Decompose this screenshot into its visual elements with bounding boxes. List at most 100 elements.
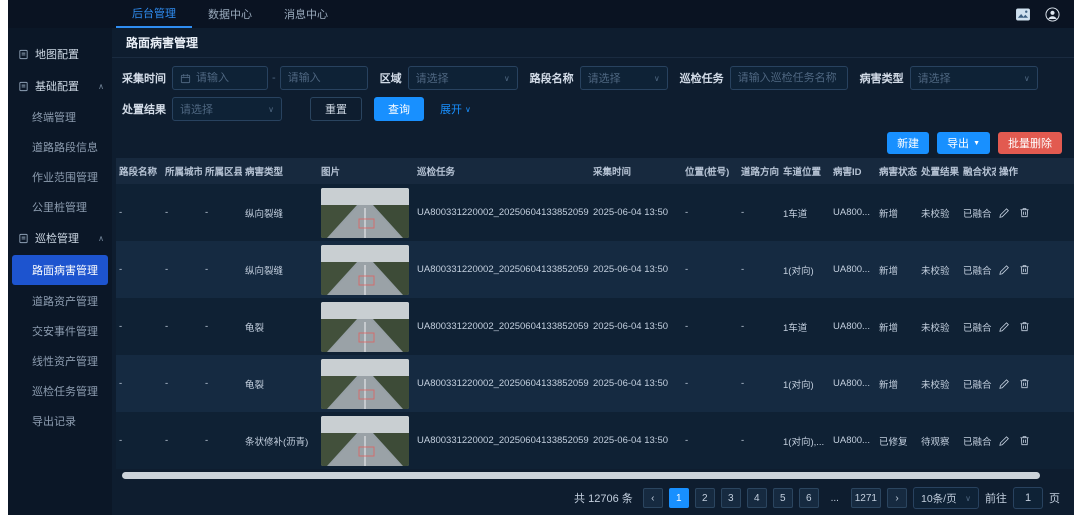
filter-label-disease-type: 病害类型 — [860, 70, 904, 86]
table-row: - - - 龟裂 UA800331220002_2025060413385205… — [116, 355, 1074, 412]
cell-road-direction: - — [738, 207, 780, 218]
handle-result-select[interactable]: 请选择∨ — [172, 97, 282, 121]
cell-lane-position: 1(对向),... — [780, 434, 830, 448]
collect-time-start-input[interactable] — [172, 66, 268, 90]
inspection-task-input[interactable] — [730, 66, 848, 90]
page-button[interactable]: 1271 — [851, 488, 881, 508]
cell-stake-position: - — [682, 435, 738, 446]
page-button[interactable]: 5 — [773, 488, 793, 508]
page-button[interactable]: 3 — [721, 488, 741, 508]
edit-icon[interactable] — [999, 378, 1010, 389]
road-photo-thumbnail[interactable] — [321, 245, 409, 295]
sidebar-item-export-records[interactable]: 导出记录 — [8, 406, 112, 436]
sidebar-item-terminal-management[interactable]: 终端管理 — [8, 102, 112, 132]
edit-icon[interactable] — [999, 264, 1010, 275]
cell-road-name: - — [116, 207, 162, 218]
cell-disease-id: UA800... — [830, 435, 876, 446]
cell-collect-time: 2025-06-04 13:50 — [590, 264, 682, 275]
cell-city: - — [162, 321, 202, 332]
column-header: 病害ID — [830, 164, 876, 178]
sidebar-item-road-asset-management[interactable]: 道路资产管理 — [8, 286, 112, 316]
sidebar-item-traffic-safety-event-management[interactable]: 交安事件管理 — [8, 316, 112, 346]
cell-road-name: - — [116, 321, 162, 332]
cell-handle-result: 未校验 — [918, 320, 960, 334]
expand-filters-link[interactable]: 展开∨ — [440, 101, 471, 117]
collect-time-end-input[interactable] — [280, 66, 368, 90]
disease-type-select[interactable]: 请选择∨ — [910, 66, 1038, 90]
page-button[interactable]: 6 — [799, 488, 819, 508]
tab-message-center[interactable]: 消息中心 — [268, 0, 344, 28]
reset-button[interactable]: 重置 — [310, 97, 362, 121]
column-header: 所属区县 — [202, 164, 242, 178]
cell-road-name: - — [116, 435, 162, 446]
cell-disease-status: 新增 — [876, 320, 918, 334]
calendar-icon — [180, 73, 191, 84]
cell-handle-result: 未校验 — [918, 377, 960, 391]
edit-icon[interactable] — [999, 321, 1010, 332]
top-navigation-bar: 后台管理 数据中心 消息中心 — [8, 0, 1074, 28]
cell-disease-id: UA800... — [830, 378, 876, 389]
batch-delete-button[interactable]: 批量删除 — [998, 132, 1062, 154]
edit-icon[interactable] — [999, 435, 1010, 446]
caret-down-icon: ▼ — [973, 140, 980, 147]
road-name-select[interactable]: 请选择∨ — [580, 66, 668, 90]
page-size-select[interactable]: 10条/页∨ — [913, 487, 979, 509]
edit-icon[interactable] — [999, 207, 1010, 218]
delete-icon[interactable] — [1019, 378, 1030, 389]
road-photo-thumbnail[interactable] — [321, 302, 409, 352]
page-button[interactable]: 2 — [695, 488, 715, 508]
road-photo-thumbnail[interactable] — [321, 188, 409, 238]
next-page-button[interactable]: › — [887, 488, 907, 508]
cell-inspection-task: UA800331220002_20250604133852059 — [414, 321, 590, 332]
sidebar-item-work-scope-management[interactable]: 作业范围管理 — [8, 162, 112, 192]
cell-city: - — [162, 207, 202, 218]
cell-county: - — [202, 264, 242, 275]
prev-page-button[interactable]: ‹ — [643, 488, 663, 508]
page-button[interactable]: 4 — [747, 488, 767, 508]
column-header: 病害类型 — [242, 164, 318, 178]
road-photo-thumbnail[interactable] — [321, 359, 409, 409]
sidebar: 地图配置 基础配置 ∧ 终端管理 道路路段信息 作业范围管理 公里桩管理 巡检管… — [8, 28, 112, 515]
sidebar-item-road-section-info[interactable]: 道路路段信息 — [8, 132, 112, 162]
column-header: 巡检任务 — [414, 164, 590, 178]
delete-icon[interactable] — [1019, 207, 1030, 218]
goto-page-input[interactable] — [1013, 487, 1043, 509]
cell-inspection-task: UA800331220002_20250604133852059 — [414, 435, 590, 446]
sidebar-item-inspection-task-management[interactable]: 巡检任务管理 — [8, 376, 112, 406]
region-select[interactable]: 请选择∨ — [408, 66, 518, 90]
cell-stake-position: - — [682, 207, 738, 218]
column-header: 融合状态 — [960, 164, 996, 178]
image-icon[interactable] — [1015, 8, 1031, 21]
road-photo-thumbnail[interactable] — [321, 416, 409, 466]
filter-label-region: 区域 — [380, 70, 402, 86]
cell-actions — [996, 321, 1042, 332]
horizontal-scrollbar[interactable] — [122, 472, 1040, 479]
cell-disease-type: 纵向裂缝 — [242, 263, 318, 277]
export-button[interactable]: 导出▼ — [937, 132, 990, 154]
cell-handle-result: 待观察 — [918, 434, 960, 448]
cell-inspection-task: UA800331220002_20250604133852059 — [414, 378, 590, 389]
cell-collect-time: 2025-06-04 13:50 — [590, 378, 682, 389]
sidebar-item-road-disease-management[interactable]: 路面病害管理 — [12, 255, 108, 285]
page-button[interactable]: 1 — [669, 488, 689, 508]
cell-city: - — [162, 264, 202, 275]
tab-backend-management[interactable]: 后台管理 — [116, 0, 192, 28]
sidebar-group-inspection-management[interactable]: 巡检管理 ∧ — [8, 222, 112, 254]
delete-icon[interactable] — [1019, 264, 1030, 275]
goto-label: 前往 — [985, 490, 1007, 506]
user-avatar-icon[interactable] — [1045, 7, 1060, 22]
sidebar-group-basic-config[interactable]: 基础配置 ∧ — [8, 70, 112, 102]
delete-icon[interactable] — [1019, 435, 1030, 446]
cell-disease-status: 已修复 — [876, 434, 918, 448]
sidebar-item-linear-asset-management[interactable]: 线性资产管理 — [8, 346, 112, 376]
create-button[interactable]: 新建 — [887, 132, 929, 154]
cell-road-direction: - — [738, 378, 780, 389]
column-header: 路段名称 — [116, 164, 162, 178]
delete-icon[interactable] — [1019, 321, 1030, 332]
search-button[interactable]: 查询 — [374, 97, 424, 121]
chevron-down-icon: ∨ — [965, 494, 971, 503]
cell-fusion-status: 已融合 — [960, 434, 996, 448]
tab-data-center[interactable]: 数据中心 — [192, 0, 268, 28]
sidebar-item-kilometer-post-management[interactable]: 公里桩管理 — [8, 192, 112, 222]
sidebar-item-map-config[interactable]: 地图配置 — [8, 38, 112, 70]
